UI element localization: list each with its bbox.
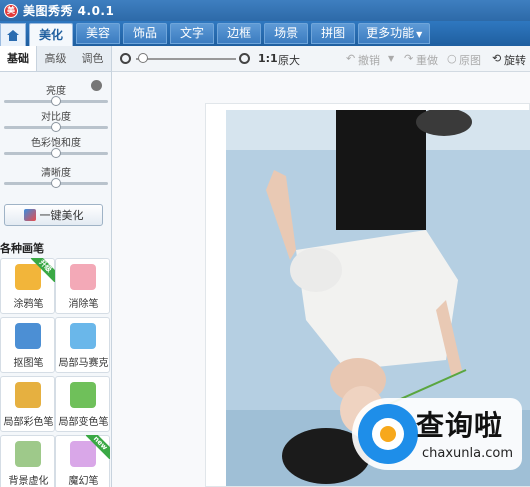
tab-beautify[interactable]: 美化 xyxy=(29,23,74,46)
left-panel: 基础 高级 调色 亮度 对比度 色彩饱和度 清晰度 一键美化 各种画笔 升级 涂… xyxy=(0,46,112,487)
home-icon xyxy=(7,29,19,41)
brightness-slider[interactable] xyxy=(4,96,108,106)
new-badge: new xyxy=(86,435,110,459)
redo-button[interactable]: 重做 xyxy=(416,52,438,68)
app-window: 美 美图秀秀 4.0.1 美化 美容 饰品 文字 边框 场景 拼图 更多功能 ▼ … xyxy=(0,0,530,487)
original-image-button[interactable]: 原图 xyxy=(459,52,481,68)
one-click-beautify-button[interactable]: 一键美化 xyxy=(4,204,103,226)
recolor-brush-icon xyxy=(70,382,96,408)
saturation-slider-thumb[interactable] xyxy=(51,148,61,158)
eraser-pen-label: 消除笔 xyxy=(68,299,99,310)
cutout-pen-label: 抠图笔 xyxy=(13,358,44,369)
sharpness-slider[interactable] xyxy=(4,178,108,188)
redo-icon[interactable]: ↷ xyxy=(404,52,413,65)
zoom-slider-thumb[interactable] xyxy=(138,53,148,63)
contrast-slider[interactable] xyxy=(4,122,108,132)
original-image-icon[interactable]: ○ xyxy=(447,52,457,65)
watermark-url: chaxunla.com xyxy=(422,446,513,461)
brightness-slider-thumb[interactable] xyxy=(51,96,61,106)
zoom-in-icon[interactable] xyxy=(239,53,250,64)
original-size-button[interactable]: 原大 xyxy=(278,52,300,68)
sharpness-slider-group: 清晰度 xyxy=(0,168,112,188)
magic-pen-label: 魔幻笔 xyxy=(68,476,99,487)
brush-section-title: 各种画笔 xyxy=(0,242,44,255)
search-logo-dot xyxy=(380,426,396,442)
doodle-pen-label: 涂鸦笔 xyxy=(13,299,44,310)
contrast-slider-thumb[interactable] xyxy=(51,122,61,132)
subtab-basic[interactable]: 基础 xyxy=(0,46,37,71)
zoom-out-icon[interactable] xyxy=(120,53,131,64)
home-tab[interactable] xyxy=(0,23,26,46)
watermark-logo: 查询啦 chaxunla.com xyxy=(352,398,522,470)
chevron-down-icon: ▼ xyxy=(416,30,423,39)
blur-icon xyxy=(15,441,41,467)
tool-magic-pen[interactable]: new 魔幻笔 xyxy=(55,435,110,487)
subtab-color[interactable]: 调色 xyxy=(74,46,111,71)
color-brush-icon xyxy=(15,382,41,408)
app-logo-icon: 美 xyxy=(4,3,18,18)
upgrade-badge: 升级 xyxy=(31,258,55,282)
title-bar: 美 美图秀秀 4.0.1 xyxy=(0,0,530,21)
background-blur-label: 背景虚化 xyxy=(8,476,49,487)
undo-icon[interactable]: ↶ xyxy=(346,52,355,65)
edit-toolbar: 1:1 原大 ↶ 撤销 ▼ ↷ 重做 ○ 原图 ⟲ 旋转 xyxy=(112,46,530,72)
upgrade-badge-label: 升级 xyxy=(31,258,55,282)
tab-scene[interactable]: 场景 xyxy=(264,23,309,44)
local-color-pen-label: 局部彩色笔 xyxy=(3,417,54,428)
tab-beauty[interactable]: 美容 xyxy=(76,23,121,44)
tool-cutout-pen[interactable]: 抠图笔 xyxy=(0,317,55,373)
tool-background-blur[interactable]: 背景虚化 xyxy=(0,435,55,487)
main-nav: 美化 美容 饰品 文字 边框 场景 拼图 更多功能 ▼ xyxy=(0,21,530,46)
tab-collage[interactable]: 拼图 xyxy=(311,23,356,44)
magic-wand-icon xyxy=(23,209,36,221)
adjust-subtabs: 基础 高级 调色 xyxy=(0,46,111,72)
rotate-icon[interactable]: ⟲ xyxy=(492,52,501,65)
eraser-icon xyxy=(70,264,96,290)
tab-border[interactable]: 边框 xyxy=(217,23,262,44)
local-mosaic-label: 局部马赛克 xyxy=(58,358,109,369)
tool-local-recolor-pen[interactable]: 局部变色笔 xyxy=(55,376,110,432)
undo-button[interactable]: 撤销 xyxy=(358,52,380,68)
tool-local-color-pen[interactable]: 局部彩色笔 xyxy=(0,376,55,432)
rotate-button[interactable]: 旋转 xyxy=(504,52,526,68)
tab-text[interactable]: 文字 xyxy=(170,23,215,44)
cutout-pen-icon xyxy=(15,323,41,349)
search-logo-icon xyxy=(358,404,418,464)
more-functions-menu[interactable]: 更多功能 ▼ xyxy=(358,23,431,44)
tool-eraser-pen[interactable]: 消除笔 xyxy=(55,258,110,314)
zoom-slider[interactable] xyxy=(136,58,236,60)
tool-doodle-pen[interactable]: 升级 涂鸦笔 xyxy=(0,258,55,314)
saturation-slider-group: 色彩饱和度 xyxy=(0,138,112,158)
brightness-slider-group: 亮度 xyxy=(0,86,112,106)
ratio-1-1-button[interactable]: 1:1 xyxy=(258,52,278,65)
more-functions-label: 更多功能 xyxy=(366,26,415,40)
app-title: 美图秀秀 4.0.1 xyxy=(23,4,115,18)
new-badge-label: new xyxy=(86,435,110,459)
subtab-advanced[interactable]: 高级 xyxy=(37,46,74,71)
local-recolor-pen-label: 局部变色笔 xyxy=(58,417,109,428)
tool-local-mosaic[interactable]: 局部马赛克 xyxy=(55,317,110,373)
saturation-slider[interactable] xyxy=(4,148,108,158)
contrast-slider-group: 对比度 xyxy=(0,112,112,132)
tab-accessories[interactable]: 饰品 xyxy=(123,23,168,44)
one-click-beautify-label: 一键美化 xyxy=(39,209,84,222)
sharpness-slider-thumb[interactable] xyxy=(51,178,61,188)
watermark-title: 查询啦 xyxy=(416,409,504,442)
mosaic-icon xyxy=(70,323,96,349)
undo-dropdown-icon[interactable]: ▼ xyxy=(388,54,394,63)
